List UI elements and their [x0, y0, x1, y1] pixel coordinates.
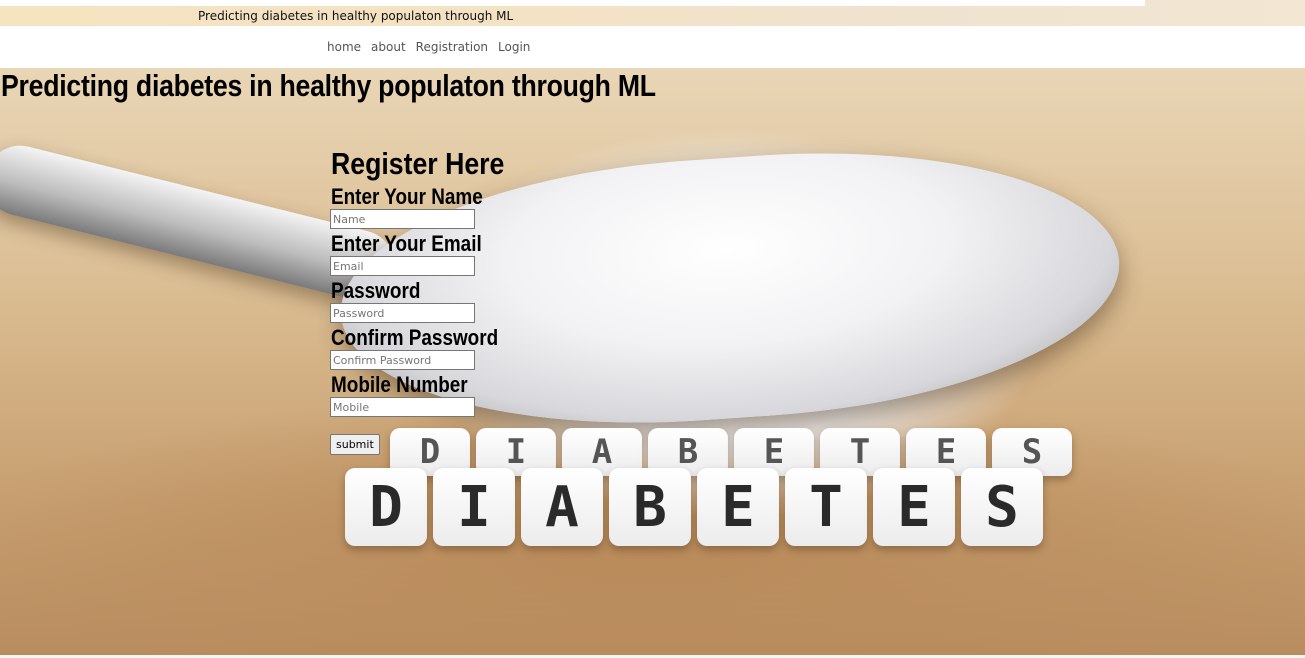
die: A [521, 468, 603, 546]
nav-link-registration[interactable]: Registration [416, 40, 488, 54]
confirm-password-label: Confirm Password [331, 325, 499, 350]
die: S [961, 468, 1043, 546]
confirm-password-field[interactable] [330, 350, 475, 370]
form-title: Register Here [331, 146, 505, 181]
mobile-label: Mobile Number [331, 372, 468, 397]
name-field[interactable] [330, 209, 475, 229]
email-field[interactable] [330, 256, 475, 276]
die: E [697, 468, 779, 546]
die: I [433, 468, 515, 546]
page-title: Predicting diabetes in healthy populaton… [1, 68, 656, 103]
dice-row-front: D I A B E T E S [345, 468, 1043, 546]
die: E [873, 468, 955, 546]
password-field[interactable] [330, 303, 475, 323]
nav-links: home about Registration Login [327, 40, 530, 54]
name-label: Enter Your Name [331, 184, 483, 209]
mobile-field[interactable] [330, 397, 475, 417]
navigation-bar: home about Registration Login [0, 26, 1305, 68]
hero-background: D I A B E T E S D I A B E T E S Predicti… [0, 68, 1305, 658]
password-label: Password [331, 278, 421, 303]
die: B [609, 468, 691, 546]
nav-link-home[interactable]: home [327, 40, 361, 54]
email-label: Enter Your Email [331, 231, 482, 256]
die: T [785, 468, 867, 546]
top-divider [0, 0, 1145, 6]
top-banner-title: Predicting diabetes in healthy populaton… [198, 9, 514, 23]
registration-form: Register Here Enter Your Name Enter Your… [330, 146, 533, 455]
die: D [345, 468, 427, 546]
top-banner: Predicting diabetes in healthy populaton… [0, 0, 1305, 26]
submit-button[interactable]: submit [330, 434, 380, 455]
nav-link-about[interactable]: about [371, 40, 406, 54]
nav-link-login[interactable]: Login [498, 40, 530, 54]
